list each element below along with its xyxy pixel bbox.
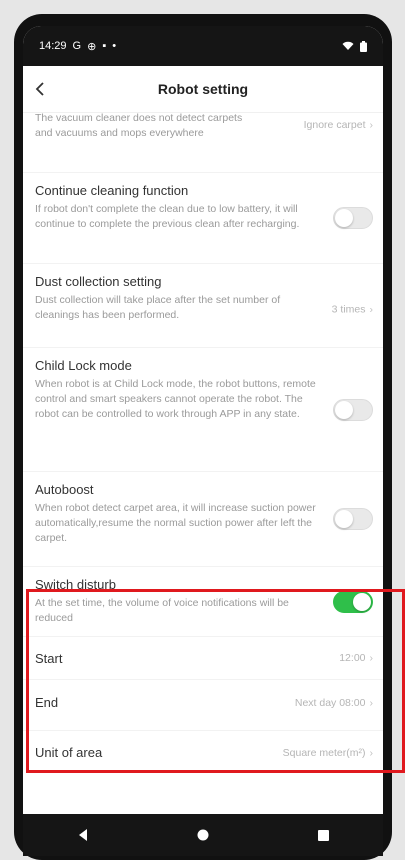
setting-label: Start <box>35 650 63 666</box>
setting-end-time[interactable]: End Next day 08:00 › <box>23 679 383 725</box>
setting-desc: If robot don't complete the clean due to… <box>35 203 300 230</box>
setting-desc: When robot is at Child Lock mode, the ro… <box>35 378 316 420</box>
chevron-left-icon <box>35 82 44 96</box>
setting-continue-cleaning: Continue cleaning function If robot don'… <box>23 172 383 263</box>
nav-recents-button[interactable] <box>303 820 343 850</box>
switch-disturb-toggle[interactable] <box>333 590 373 613</box>
app-screen: 14:29 G ⊕ ▪ • Robot setting The vacuum c… <box>23 26 383 841</box>
nav-recents-icon <box>317 829 329 841</box>
status-time: 14:29 <box>39 40 67 52</box>
status-icon-4: • <box>112 40 117 52</box>
nav-home-button[interactable] <box>183 820 223 850</box>
setting-desc: At the set time, the volume of voice not… <box>35 597 289 624</box>
status-icon-3: ▪ <box>102 40 107 52</box>
setting-label: Continue cleaning function <box>35 183 189 198</box>
battery-icon <box>360 40 367 52</box>
setting-label: Dust collection setting <box>35 274 162 289</box>
setting-value: 3 times › <box>331 303 373 316</box>
setting-child-lock: Child Lock mode When robot is at Child L… <box>23 347 383 471</box>
status-icon-1: G <box>72 40 82 52</box>
nav-home-icon <box>197 829 209 841</box>
app-bar: Robot setting <box>23 66 383 113</box>
nav-back-icon <box>79 829 87 841</box>
setting-value: Ignore carpet › <box>303 119 373 131</box>
setting-autoboost: Autoboost When robot detect carpet area,… <box>23 471 383 566</box>
setting-value: Next day 08:00 › <box>294 696 373 709</box>
wifi-icon <box>342 41 354 50</box>
status-icon-2: ⊕ <box>87 40 97 53</box>
setting-dust-collection[interactable]: Dust collection setting Dust collection … <box>23 263 383 347</box>
setting-label: Switch disturb <box>35 577 116 592</box>
back-button[interactable] <box>23 66 57 112</box>
setting-label: Unit of area <box>35 745 103 760</box>
setting-desc: When robot detect carpet area, it will i… <box>35 502 316 544</box>
setting-label: Child Lock mode <box>35 358 132 373</box>
status-bar: 14:29 G ⊕ ▪ • <box>23 26 383 66</box>
page-title: Robot setting <box>157 81 249 97</box>
setting-value: Square meter(m²) › <box>282 746 373 759</box>
child-lock-toggle[interactable] <box>333 398 373 421</box>
nav-back-button[interactable] <box>63 820 103 850</box>
autoboost-toggle[interactable] <box>333 508 373 530</box>
setting-desc: Dust collection will take place after th… <box>35 294 281 321</box>
system-nav-bar <box>23 814 383 856</box>
continue-cleaning-toggle[interactable] <box>333 207 373 229</box>
settings-list: The vacuum cleaner does not detect carpe… <box>23 111 383 774</box>
setting-label: Autoboost <box>35 482 94 497</box>
setting-switch-disturb: Switch disturb At the set time, the volu… <box>23 566 383 636</box>
setting-value: 12:00 › <box>339 652 373 664</box>
setting-label: End <box>35 695 59 710</box>
setting-start-time[interactable]: Start 12:00 › <box>23 636 383 679</box>
setting-carpet-mode[interactable]: The vacuum cleaner does not detect carpe… <box>23 111 383 172</box>
setting-desc: The vacuum cleaner does not detect carpe… <box>35 112 243 139</box>
setting-unit-of-area[interactable]: Unit of area Square meter(m²) › <box>23 730 383 774</box>
